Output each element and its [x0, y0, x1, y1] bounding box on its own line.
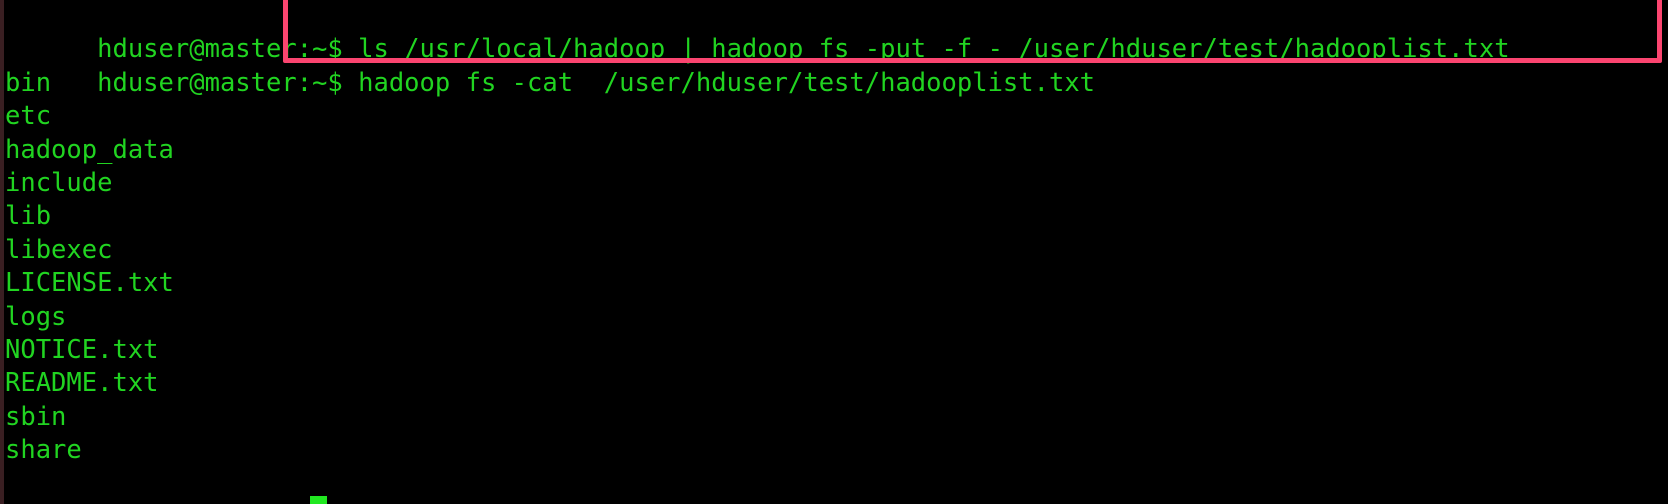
- output-line: include: [5, 167, 113, 198]
- command-line-1: hduser@master:~$ ls /usr/local/hadoop | …: [0, 0, 1668, 64]
- terminal-cursor: [310, 496, 327, 504]
- output-line: NOTICE.txt: [5, 334, 159, 365]
- output-line: etc: [5, 101, 52, 132]
- output-line: README.txt: [5, 368, 159, 399]
- terminal-output-area[interactable]: hduser@master:~$ ls /usr/local/hadoop | …: [0, 0, 1668, 504]
- output-line: lib: [5, 201, 52, 232]
- command-text-2: hadoop fs -cat /user/hduser/test/hadoopl…: [358, 67, 1096, 98]
- output-line: libexec: [5, 234, 113, 265]
- output-line: share: [5, 435, 82, 466]
- window-left-edge-strip: [0, 0, 4, 504]
- terminal-window[interactable]: hduser@master:~$ ls /usr/local/hadoop | …: [0, 0, 1668, 504]
- command-line-2: hduser@master:~$ hadoop fs -cat /user/hd…: [0, 33, 1668, 98]
- prompt-gap-2: [343, 68, 358, 98]
- output-line: hadoop_data: [5, 134, 174, 165]
- output-line: LICENSE.txt: [5, 268, 174, 299]
- output-line: logs: [5, 301, 67, 332]
- shell-prompt-2: hduser@master:~$: [97, 67, 343, 98]
- output-line: sbin: [5, 401, 67, 432]
